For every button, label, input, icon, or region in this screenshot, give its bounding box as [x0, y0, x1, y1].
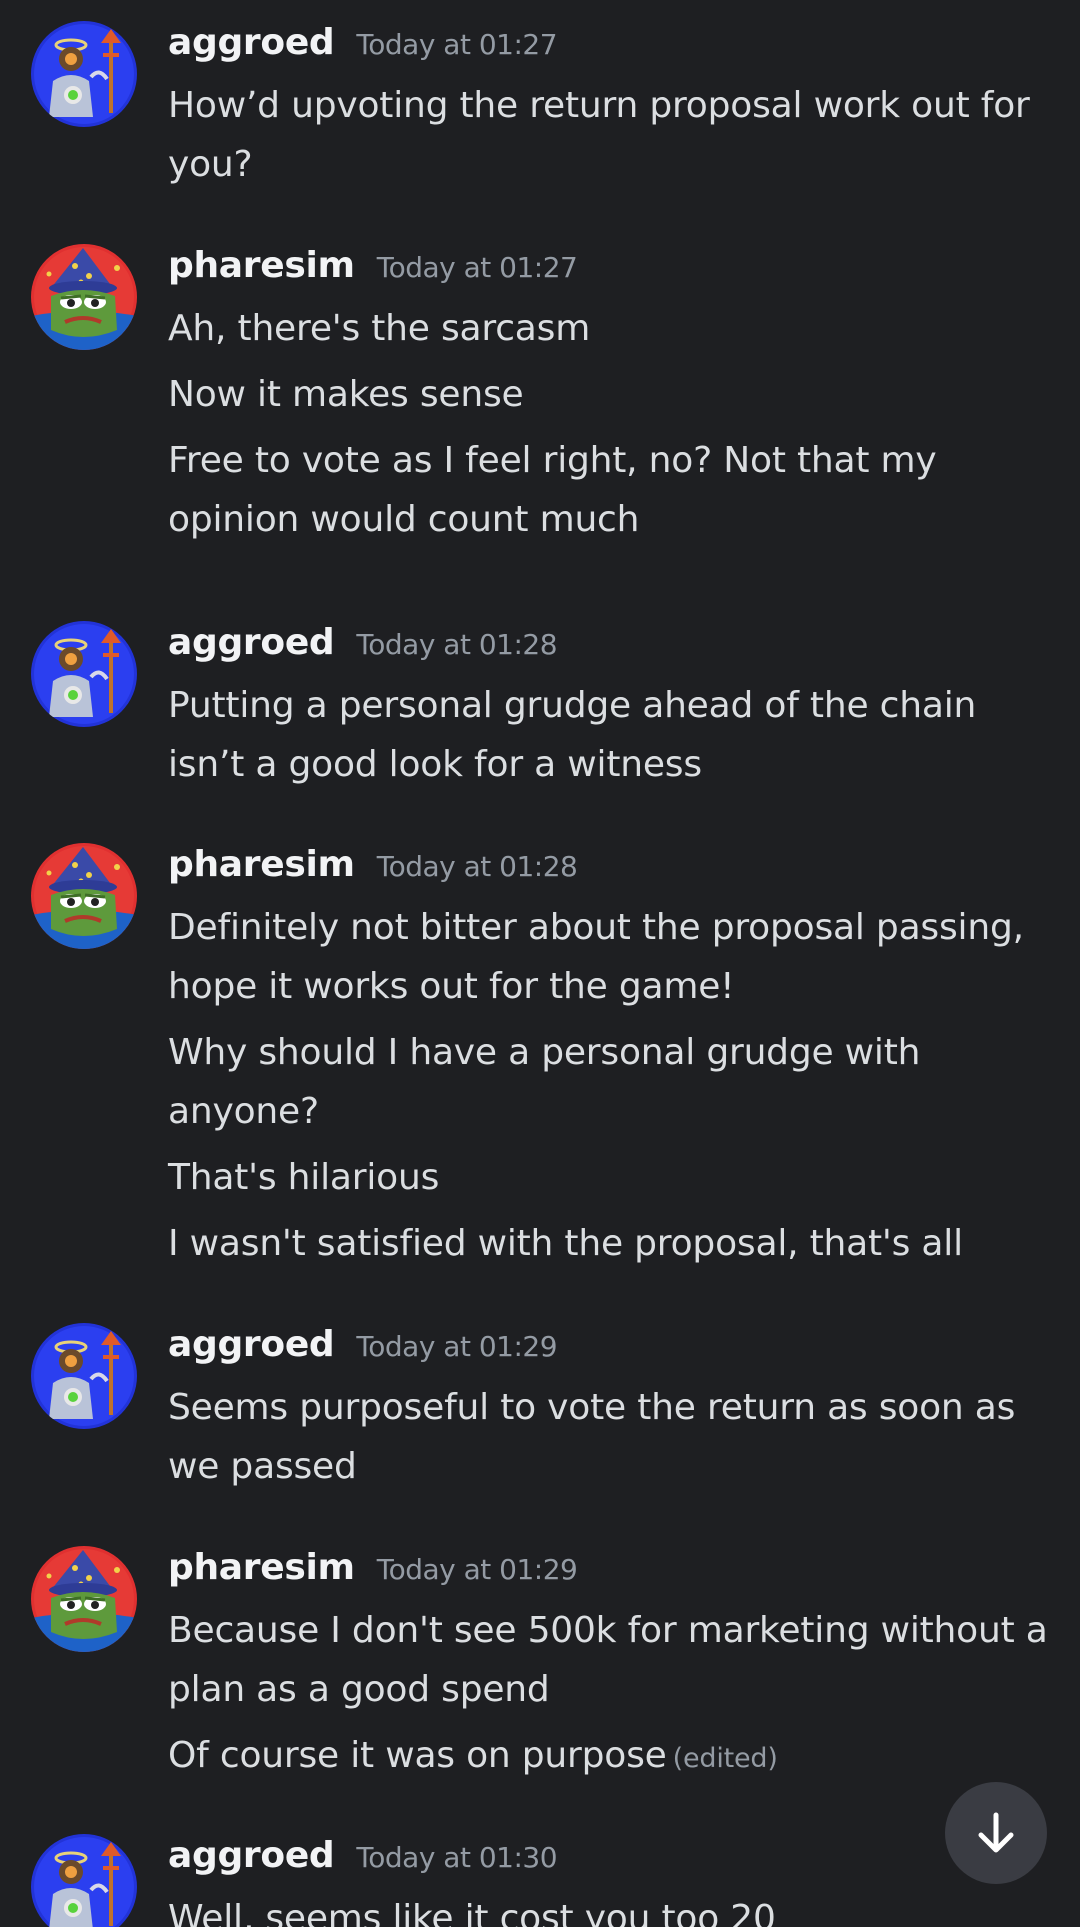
avatar[interactable]	[31, 1323, 137, 1429]
username[interactable]: aggroed	[168, 1835, 335, 1876]
timestamp: Today at 01:27	[356, 28, 558, 61]
arrow-down-icon	[978, 1812, 1014, 1853]
message-header: aggroed Today at 01:28	[168, 622, 558, 678]
username[interactable]: pharesim	[168, 245, 355, 286]
message-text: Of course it was on purpose	[168, 1735, 667, 1776]
message-text: Ah, there's the sarcasm	[168, 308, 591, 349]
timestamp: Today at 01:29	[376, 1553, 578, 1586]
message-text: Definitely not bitter about the proposal…	[168, 907, 1024, 1007]
message-text: I wasn't satisfied with the proposal, th…	[168, 1223, 963, 1264]
message-text-edited: Of course it was on purpose (edited)	[168, 1726, 1048, 1788]
message-text: Because I don't see 500k for marketing w…	[168, 1610, 1048, 1710]
avatar[interactable]	[31, 21, 137, 127]
message-list[interactable]: aggroed Today at 01:27 How’d upvoting th…	[0, 0, 1080, 1927]
message-text: Putting a personal grudge ahead of the c…	[168, 685, 977, 785]
message-header: pharesim Today at 01:29	[168, 1547, 578, 1603]
timestamp: Today at 01:29	[356, 1330, 558, 1363]
message-text: Seems purposeful to vote the return as s…	[168, 1387, 1016, 1487]
message-header: pharesim Today at 01:27	[168, 245, 578, 301]
message-text: Well, seems like it cost you too 20	[168, 1898, 776, 1927]
timestamp: Today at 01:28	[356, 628, 558, 661]
avatar[interactable]	[31, 1546, 137, 1652]
username[interactable]: pharesim	[168, 844, 355, 885]
username[interactable]: aggroed	[168, 22, 335, 63]
avatar[interactable]	[31, 1834, 137, 1927]
message-text: Now it makes sense	[168, 374, 524, 415]
message-header: aggroed Today at 01:29	[168, 1324, 558, 1380]
message-text: Free to vote as I feel right, no? Not th…	[168, 440, 937, 540]
message-header: aggroed Today at 01:27	[168, 22, 558, 78]
timestamp: Today at 01:30	[356, 1841, 558, 1874]
message-header: pharesim Today at 01:28	[168, 844, 578, 900]
avatar[interactable]	[31, 843, 137, 949]
edited-label: (edited)	[672, 1743, 778, 1774]
username[interactable]: pharesim	[168, 1547, 355, 1588]
message-text: How’d upvoting the return proposal work …	[168, 85, 1030, 185]
username[interactable]: aggroed	[168, 622, 335, 663]
username[interactable]: aggroed	[168, 1324, 335, 1365]
timestamp: Today at 01:28	[376, 850, 578, 883]
scroll-to-bottom-button[interactable]	[945, 1782, 1047, 1884]
timestamp: Today at 01:27	[376, 251, 578, 284]
message-text: Why should I have a personal grudge with…	[168, 1032, 921, 1132]
avatar[interactable]	[31, 244, 137, 350]
message-header: aggroed Today at 01:30	[168, 1835, 558, 1891]
avatar[interactable]	[31, 621, 137, 727]
message-text: That's hilarious	[168, 1157, 440, 1198]
